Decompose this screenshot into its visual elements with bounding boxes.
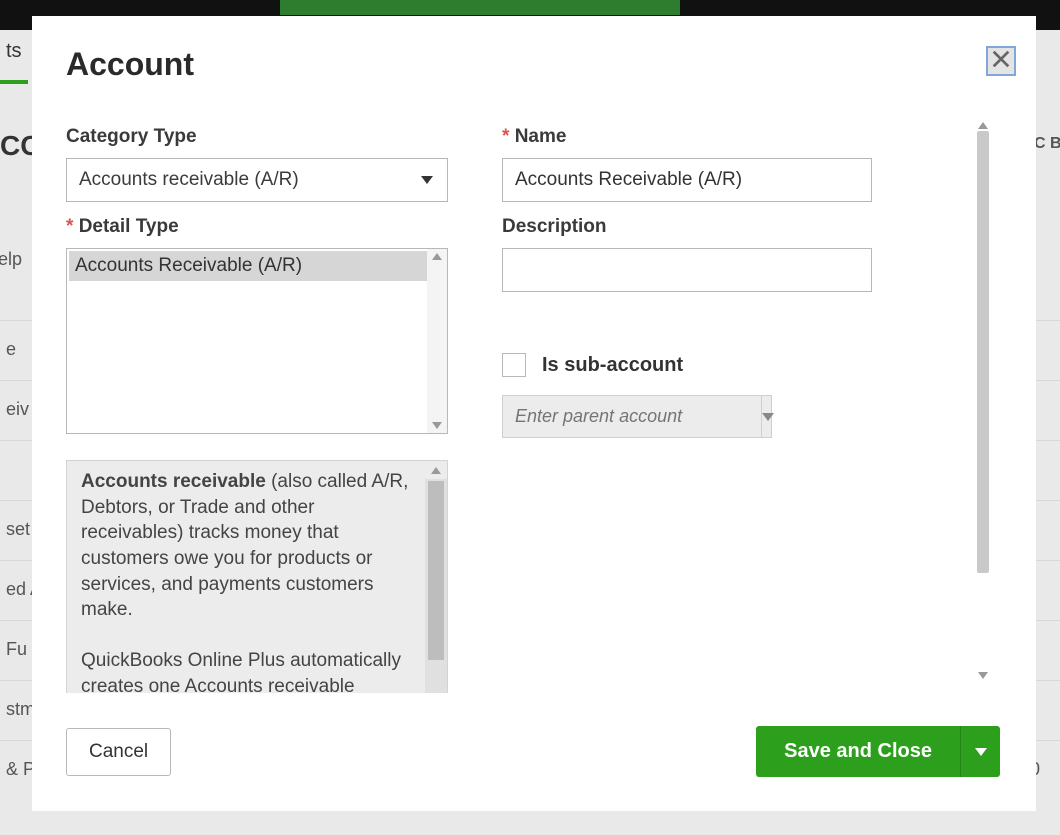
description-label: Description: [502, 216, 872, 238]
sub-account-checkbox[interactable]: [502, 353, 526, 377]
bg-right-col-header: C BA: [1034, 135, 1060, 153]
cancel-button[interactable]: Cancel: [66, 728, 171, 776]
save-and-close-button[interactable]: Save and Close: [756, 726, 960, 777]
scroll-up-icon: [425, 461, 447, 479]
bg-topbar-accent: [280, 0, 680, 15]
listbox-scrollbar[interactable]: [427, 249, 447, 433]
modal-footer: Cancel Save and Close: [66, 726, 1000, 777]
name-input[interactable]: [502, 158, 872, 202]
bg-help-partial: elp: [0, 249, 22, 270]
scroll-up-icon: [432, 253, 442, 260]
chevron-down-icon: [421, 176, 433, 184]
scroll-down-icon: [432, 422, 442, 429]
save-dropdown-button[interactable]: [960, 726, 1000, 777]
modal-header: Account: [32, 16, 1036, 91]
detail-type-help: Accounts receivable (also called A/R, De…: [66, 460, 448, 693]
close-button[interactable]: [986, 46, 1016, 76]
description-input[interactable]: [502, 248, 872, 292]
chevron-down-icon: [975, 748, 987, 756]
parent-account-input[interactable]: [503, 396, 761, 437]
detail-type-option[interactable]: Accounts Receivable (A/R): [69, 251, 427, 281]
category-type-label: Category Type: [66, 126, 448, 148]
close-icon: [990, 48, 1012, 75]
parent-account-dropdown-button[interactable]: [761, 396, 774, 437]
detail-type-listbox[interactable]: Accounts Receivable (A/R): [66, 248, 448, 434]
parent-account-select[interactable]: [502, 395, 772, 438]
help-scrollbar[interactable]: [425, 461, 447, 693]
bg-tab-partial: ts: [0, 40, 28, 84]
modal-body: Category Type Accounts receivable (A/R) …: [66, 112, 1006, 693]
category-type-value: Accounts receivable (A/R): [79, 169, 299, 191]
chevron-down-icon: [762, 413, 774, 421]
detail-type-label: Detail Type: [66, 216, 448, 238]
account-modal: Account Category Type Accounts receivabl…: [32, 16, 1036, 811]
name-label: Name: [502, 126, 872, 148]
category-type-select[interactable]: Accounts receivable (A/R): [66, 158, 448, 202]
help-text-content: Accounts receivable (also called A/R, De…: [81, 469, 413, 693]
sub-account-label: Is sub-account: [542, 354, 683, 377]
modal-title: Account: [66, 46, 1004, 83]
